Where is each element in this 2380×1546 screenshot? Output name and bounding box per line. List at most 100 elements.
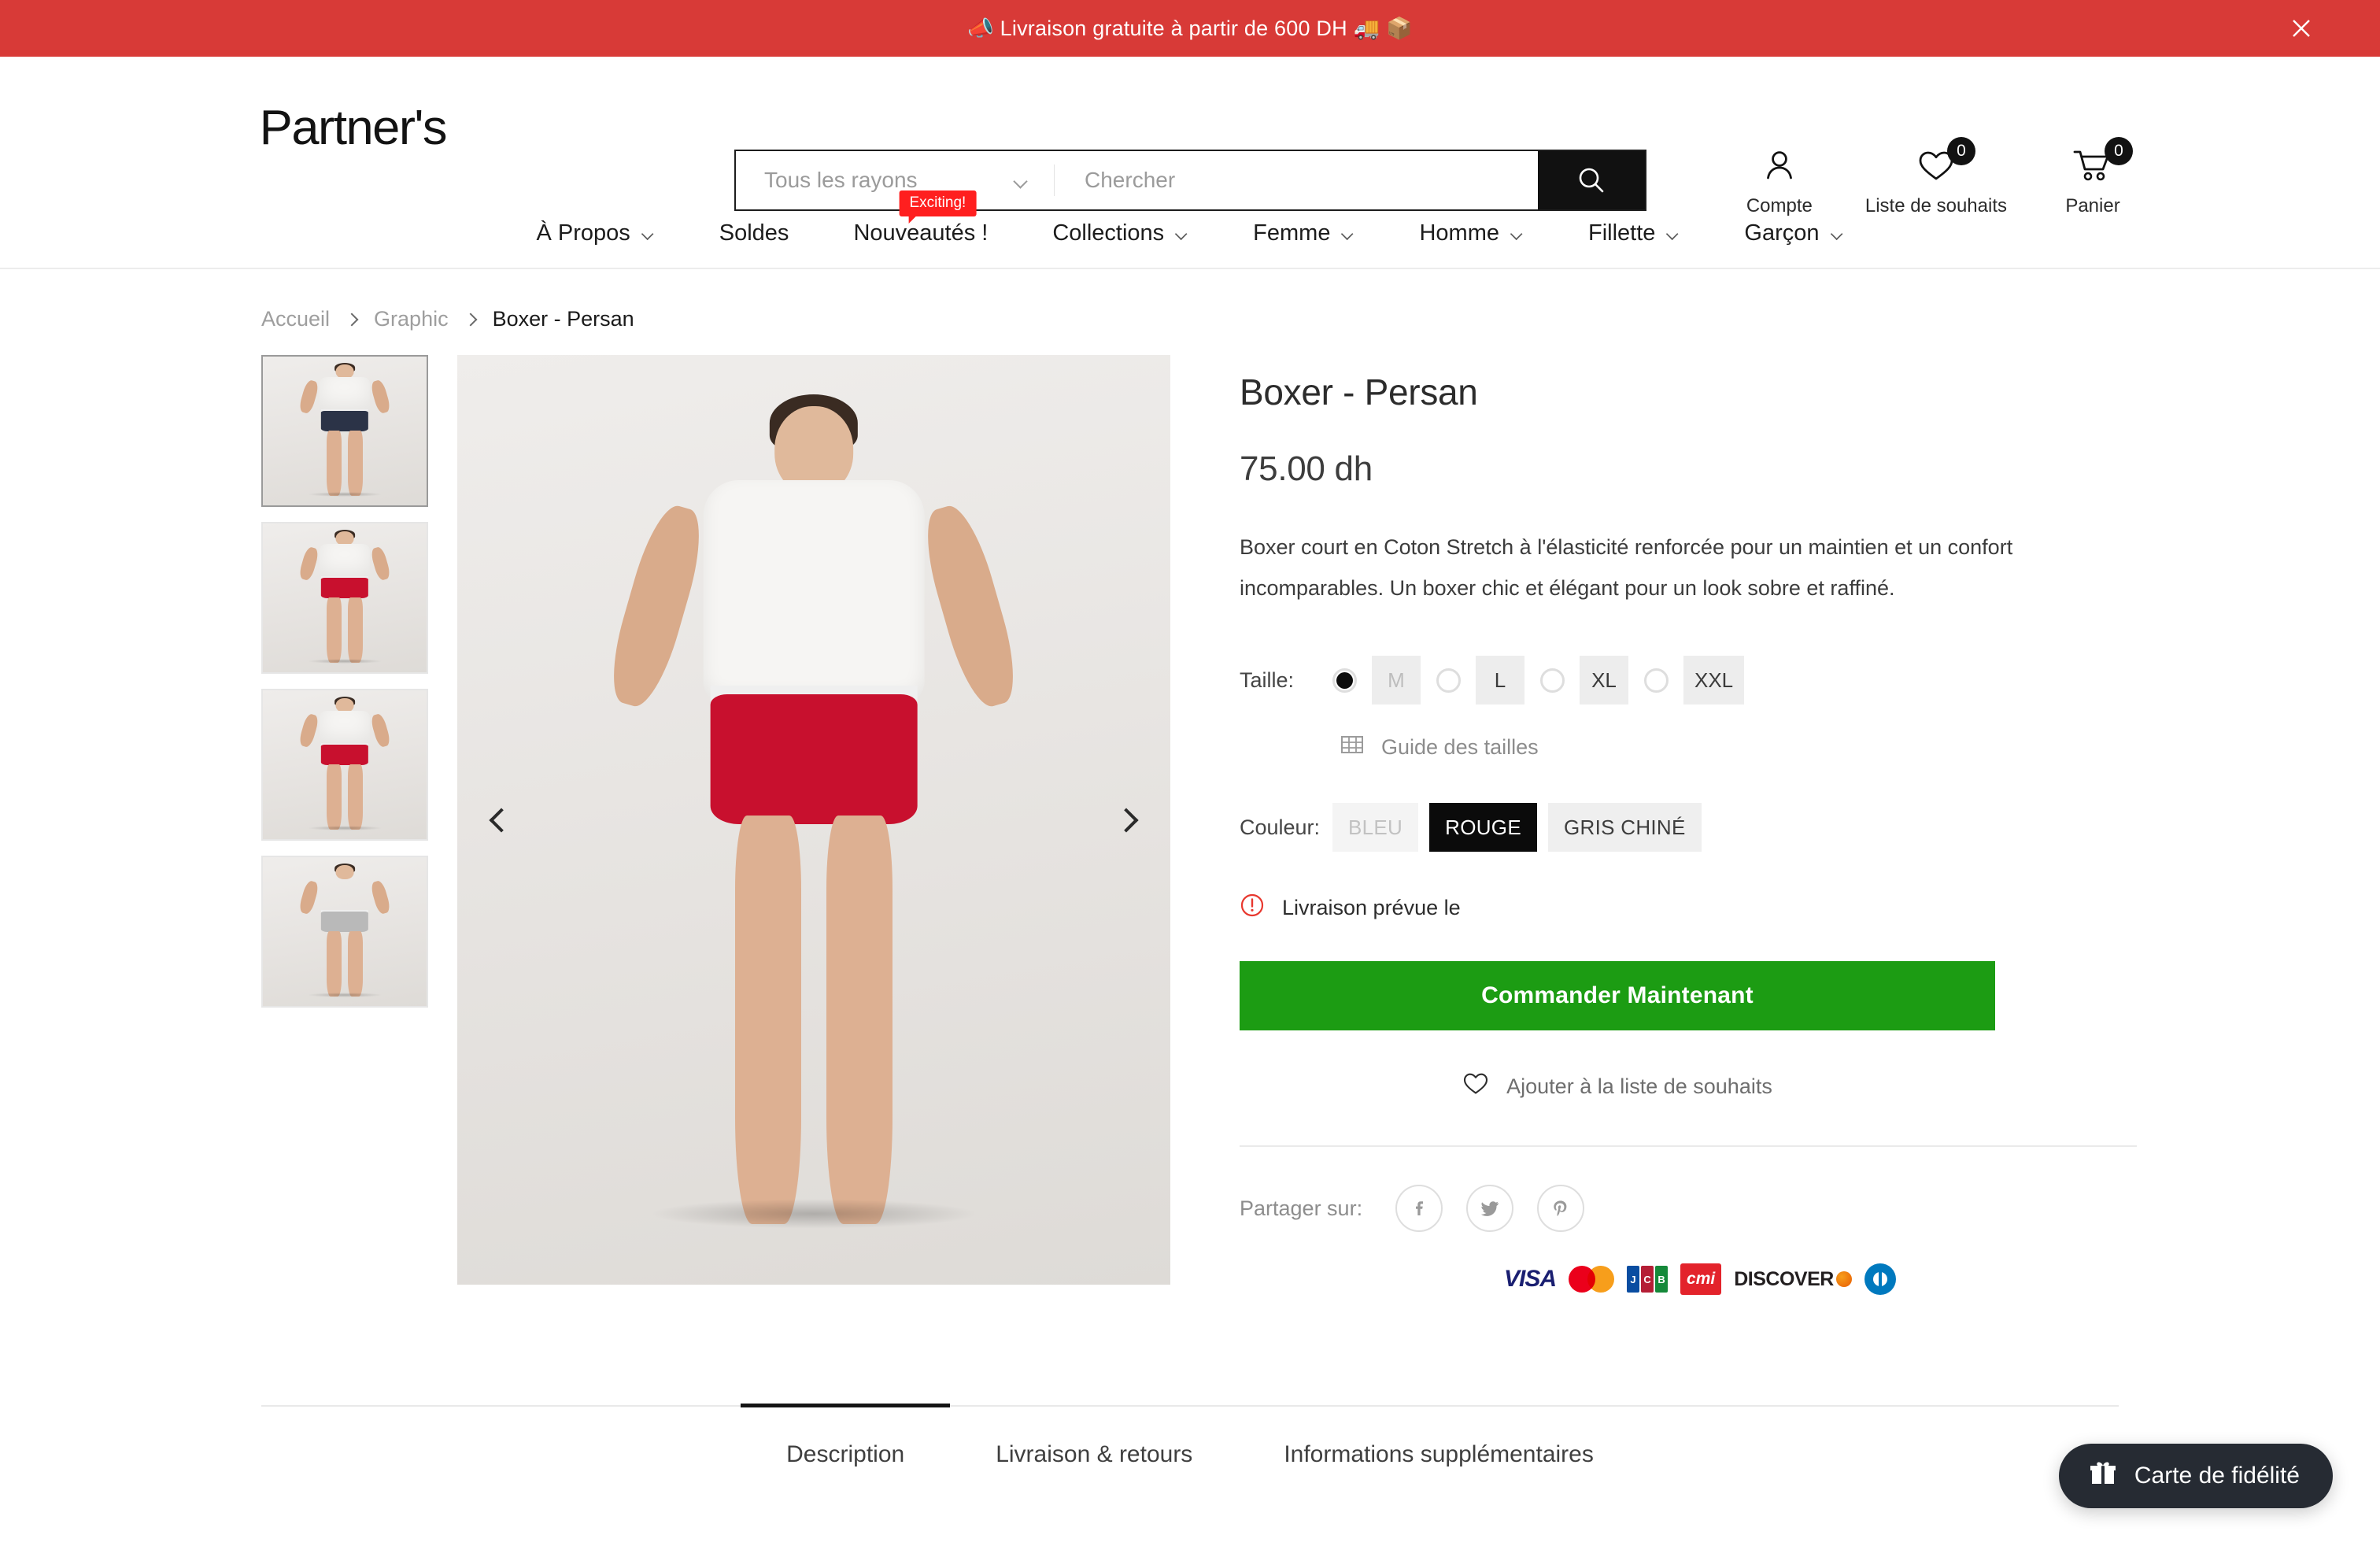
nav-item-soldes[interactable]: Soldes (687, 220, 822, 246)
size-option-m[interactable]: M (1332, 656, 1421, 705)
tab-informations-supplementaires[interactable]: Informations supplémentaires (1238, 1407, 1639, 1500)
nav-item-fillette[interactable]: Fillette (1556, 220, 1712, 246)
jcb-icon: JCB (1622, 1263, 1672, 1295)
table-icon (1340, 733, 1364, 762)
radio-icon[interactable] (1436, 668, 1461, 693)
size-chip: XXL (1683, 656, 1745, 705)
alert-circle-icon (1240, 893, 1265, 923)
breadcrumb-item-graphic[interactable]: Graphic (374, 307, 449, 331)
radio-icon[interactable] (1540, 668, 1565, 693)
color-option-rouge[interactable]: ROUGE (1429, 803, 1537, 852)
nav-label: Homme (1419, 220, 1499, 246)
nav-badge-exciting: Exciting! (899, 190, 977, 224)
shipping-note-text: Livraison prévue le (1282, 896, 1461, 919)
size-option-l[interactable]: L (1436, 656, 1524, 705)
chevron-right-icon (464, 313, 478, 326)
nav-label: Nouveautés ! (853, 220, 989, 246)
color-option-gris-chine[interactable]: GRIS CHINÉ (1547, 803, 1702, 852)
breadcrumb-item-accueil[interactable]: Accueil (261, 307, 330, 331)
nav-label: Fillette (1587, 220, 1656, 246)
gallery-prev-button[interactable] (479, 798, 523, 842)
size-chip: XL (1580, 656, 1628, 705)
radio-icon[interactable] (1644, 668, 1669, 693)
nav-label: Garçon (1744, 220, 1820, 246)
product-title: Boxer - Persan (1240, 372, 1478, 412)
share-label: Partager sur: (1240, 1196, 1363, 1220)
chevron-down-icon (1831, 230, 1842, 237)
breadcrumb: Accueil Graphic Boxer - Persan (0, 269, 2380, 331)
size-label: Taille: (1240, 668, 1295, 692)
cart-icon: 0 (2073, 137, 2133, 187)
shipping-note: Livraison prévue le (1240, 893, 2083, 923)
nav-label: Soldes (719, 220, 789, 246)
nav-item-garcon[interactable]: Garçon (1712, 220, 1876, 246)
color-label: Couleur: (1240, 815, 1321, 839)
gallery-next-button[interactable] (1104, 798, 1148, 842)
logo[interactable]: Partner's (260, 100, 448, 156)
size-option-xxl[interactable]: XXL (1644, 656, 1745, 705)
announcement-text: 📣 Livraison gratuite à partir de 600 DH … (967, 17, 1413, 40)
share-section: Partager sur: (1240, 1185, 2083, 1232)
heart-icon: 0 (1917, 137, 1975, 187)
nav-label: Collections (1052, 220, 1165, 246)
thumb-figure (263, 523, 427, 672)
product-price: 75.00 dh (1240, 449, 1373, 488)
nav-item-a-propos[interactable]: À Propos (504, 220, 686, 246)
gallery-thumb[interactable] (261, 856, 428, 1008)
chevron-down-icon (1176, 230, 1187, 237)
tab-livraison-retours[interactable]: Livraison & retours (950, 1407, 1238, 1500)
size-chip: M (1372, 656, 1421, 705)
facebook-icon[interactable] (1395, 1185, 1443, 1232)
add-to-wishlist-button[interactable]: Ajouter à la liste de souhaits (1240, 1071, 1995, 1101)
breadcrumb-item-current: Boxer - Persan (492, 307, 634, 331)
gallery-thumb[interactable] (261, 355, 428, 507)
loyalty-card-button[interactable]: Carte de fidélité (2058, 1444, 2333, 1508)
main-navigation: À Propos Soldes Exciting! Nouveautés ! C… (0, 190, 2380, 269)
nav-item-femme[interactable]: Femme (1221, 220, 1387, 246)
nav-item-homme[interactable]: Homme (1387, 220, 1556, 246)
cart-count-badge: 0 (2105, 137, 2133, 165)
color-option-bleu[interactable]: BLEU (1332, 803, 1419, 852)
chevron-right-icon (345, 313, 359, 326)
product-main-image[interactable] (457, 355, 1170, 1285)
wishlist-count-badge: 0 (1946, 137, 1975, 165)
discover-icon: DISCOVER (1729, 1263, 1857, 1295)
nav-item-nouveautes[interactable]: Exciting! Nouveautés ! (821, 190, 1020, 246)
twitter-icon[interactable] (1466, 1185, 1514, 1232)
nav-label: À Propos (536, 220, 630, 246)
gallery-thumbnails (261, 355, 428, 1295)
thumb-figure (263, 357, 427, 505)
gallery-thumb[interactable] (261, 689, 428, 841)
chevron-down-icon (1014, 176, 1028, 184)
chevron-down-icon (1343, 230, 1354, 237)
chevron-down-icon (1511, 230, 1522, 237)
nav-item-collections[interactable]: Collections (1020, 220, 1221, 246)
product-section: Boxer - Persan 75.00 dh Boxer court en C… (0, 331, 2380, 1295)
cmi-icon: cmi (1680, 1263, 1722, 1295)
radio-icon[interactable] (1332, 668, 1357, 693)
tab-panel-description: Boxer court en Coton Stretch à l'élastic… (261, 1500, 2119, 1546)
add-to-wishlist-label: Ajouter à la liste de souhaits (1506, 1074, 1772, 1098)
thumb-figure (263, 690, 427, 839)
mastercard-icon (1569, 1263, 1615, 1295)
site-header: Partner's Tous les rayons Compte (0, 57, 2380, 216)
chevron-down-icon (1668, 230, 1679, 237)
size-guide-link[interactable]: Guide des tailles (1340, 733, 1539, 762)
product-tabs-section: Description Livraison & retours Informat… (0, 1404, 2380, 1546)
thumb-figure (263, 857, 427, 1006)
color-selector: Couleur: BLEU ROUGE GRIS CHINÉ (1240, 803, 2083, 852)
size-option-xl[interactable]: XL (1540, 656, 1628, 705)
diners-club-icon (1864, 1263, 1896, 1295)
close-icon[interactable] (2286, 13, 2317, 44)
user-icon (1761, 145, 1798, 187)
pinterest-icon[interactable] (1537, 1185, 1585, 1232)
tab-description[interactable]: Description (741, 1404, 951, 1500)
gift-icon (2089, 1459, 2117, 1493)
gallery-thumb[interactable] (261, 522, 428, 674)
visa-icon: VISA (1504, 1266, 1557, 1292)
product-info: Boxer - Persan 75.00 dh Boxer court en C… (1170, 355, 2137, 1295)
product-description: Boxer court en Coton Stretch à l'élastic… (1240, 535, 2013, 600)
announcement-bar: 📣 Livraison gratuite à partir de 600 DH … (0, 0, 2380, 57)
chevron-down-icon (642, 230, 653, 237)
order-now-button[interactable]: Commander Maintenant (1240, 961, 1995, 1030)
